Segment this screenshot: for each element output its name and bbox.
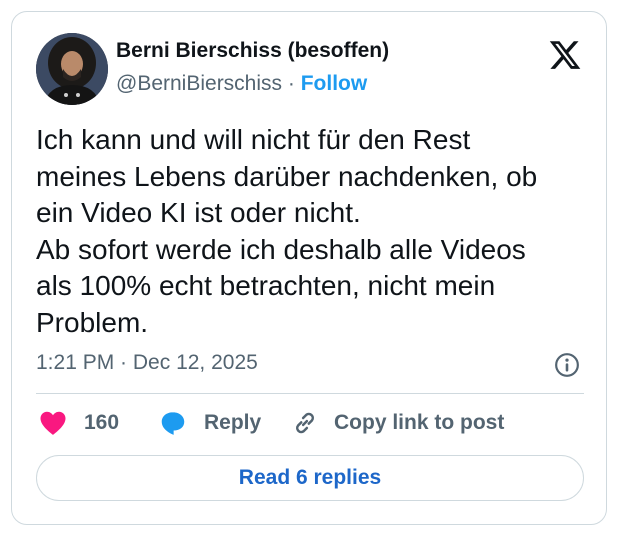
divider bbox=[36, 393, 584, 394]
follow-button[interactable]: Follow bbox=[301, 72, 368, 95]
handle-separator: · bbox=[282, 72, 301, 95]
avatar[interactable] bbox=[36, 33, 108, 105]
timestamp-separator: · bbox=[114, 351, 133, 374]
copy-link-button[interactable]: Copy link to post bbox=[290, 408, 504, 438]
reply-button[interactable]: Reply bbox=[158, 408, 261, 438]
read-replies-button[interactable]: Read 6 replies bbox=[36, 455, 584, 501]
tweet-card: Berni Bierschiss (besoffen) @BerniBiersc… bbox=[11, 11, 607, 525]
tweet-date: Dec 12, 2025 bbox=[132, 351, 258, 374]
reply-label: Reply bbox=[204, 411, 262, 434]
x-logo-icon[interactable] bbox=[548, 38, 582, 72]
tweet-time: 1:21 PM bbox=[36, 351, 115, 374]
copy-link-label: Copy link to post bbox=[334, 411, 505, 434]
speech-bubble-icon bbox=[161, 412, 185, 435]
like-button[interactable]: 160 bbox=[38, 408, 119, 438]
like-count: 160 bbox=[84, 411, 120, 434]
tweet-text: Ich kann und will nicht für den Rest mei… bbox=[36, 124, 538, 338]
info-icon[interactable] bbox=[554, 352, 580, 378]
author-name[interactable]: Berni Bierschiss (besoffen) bbox=[116, 39, 389, 63]
link-icon bbox=[296, 412, 314, 434]
author-handle-line: @BerniBierschiss · Follow bbox=[116, 72, 367, 96]
timestamp[interactable]: 1:21 PM · Dec 12, 2025 bbox=[36, 351, 258, 375]
heart-icon bbox=[40, 411, 66, 435]
author-handle[interactable]: @BerniBierschiss bbox=[116, 72, 282, 95]
